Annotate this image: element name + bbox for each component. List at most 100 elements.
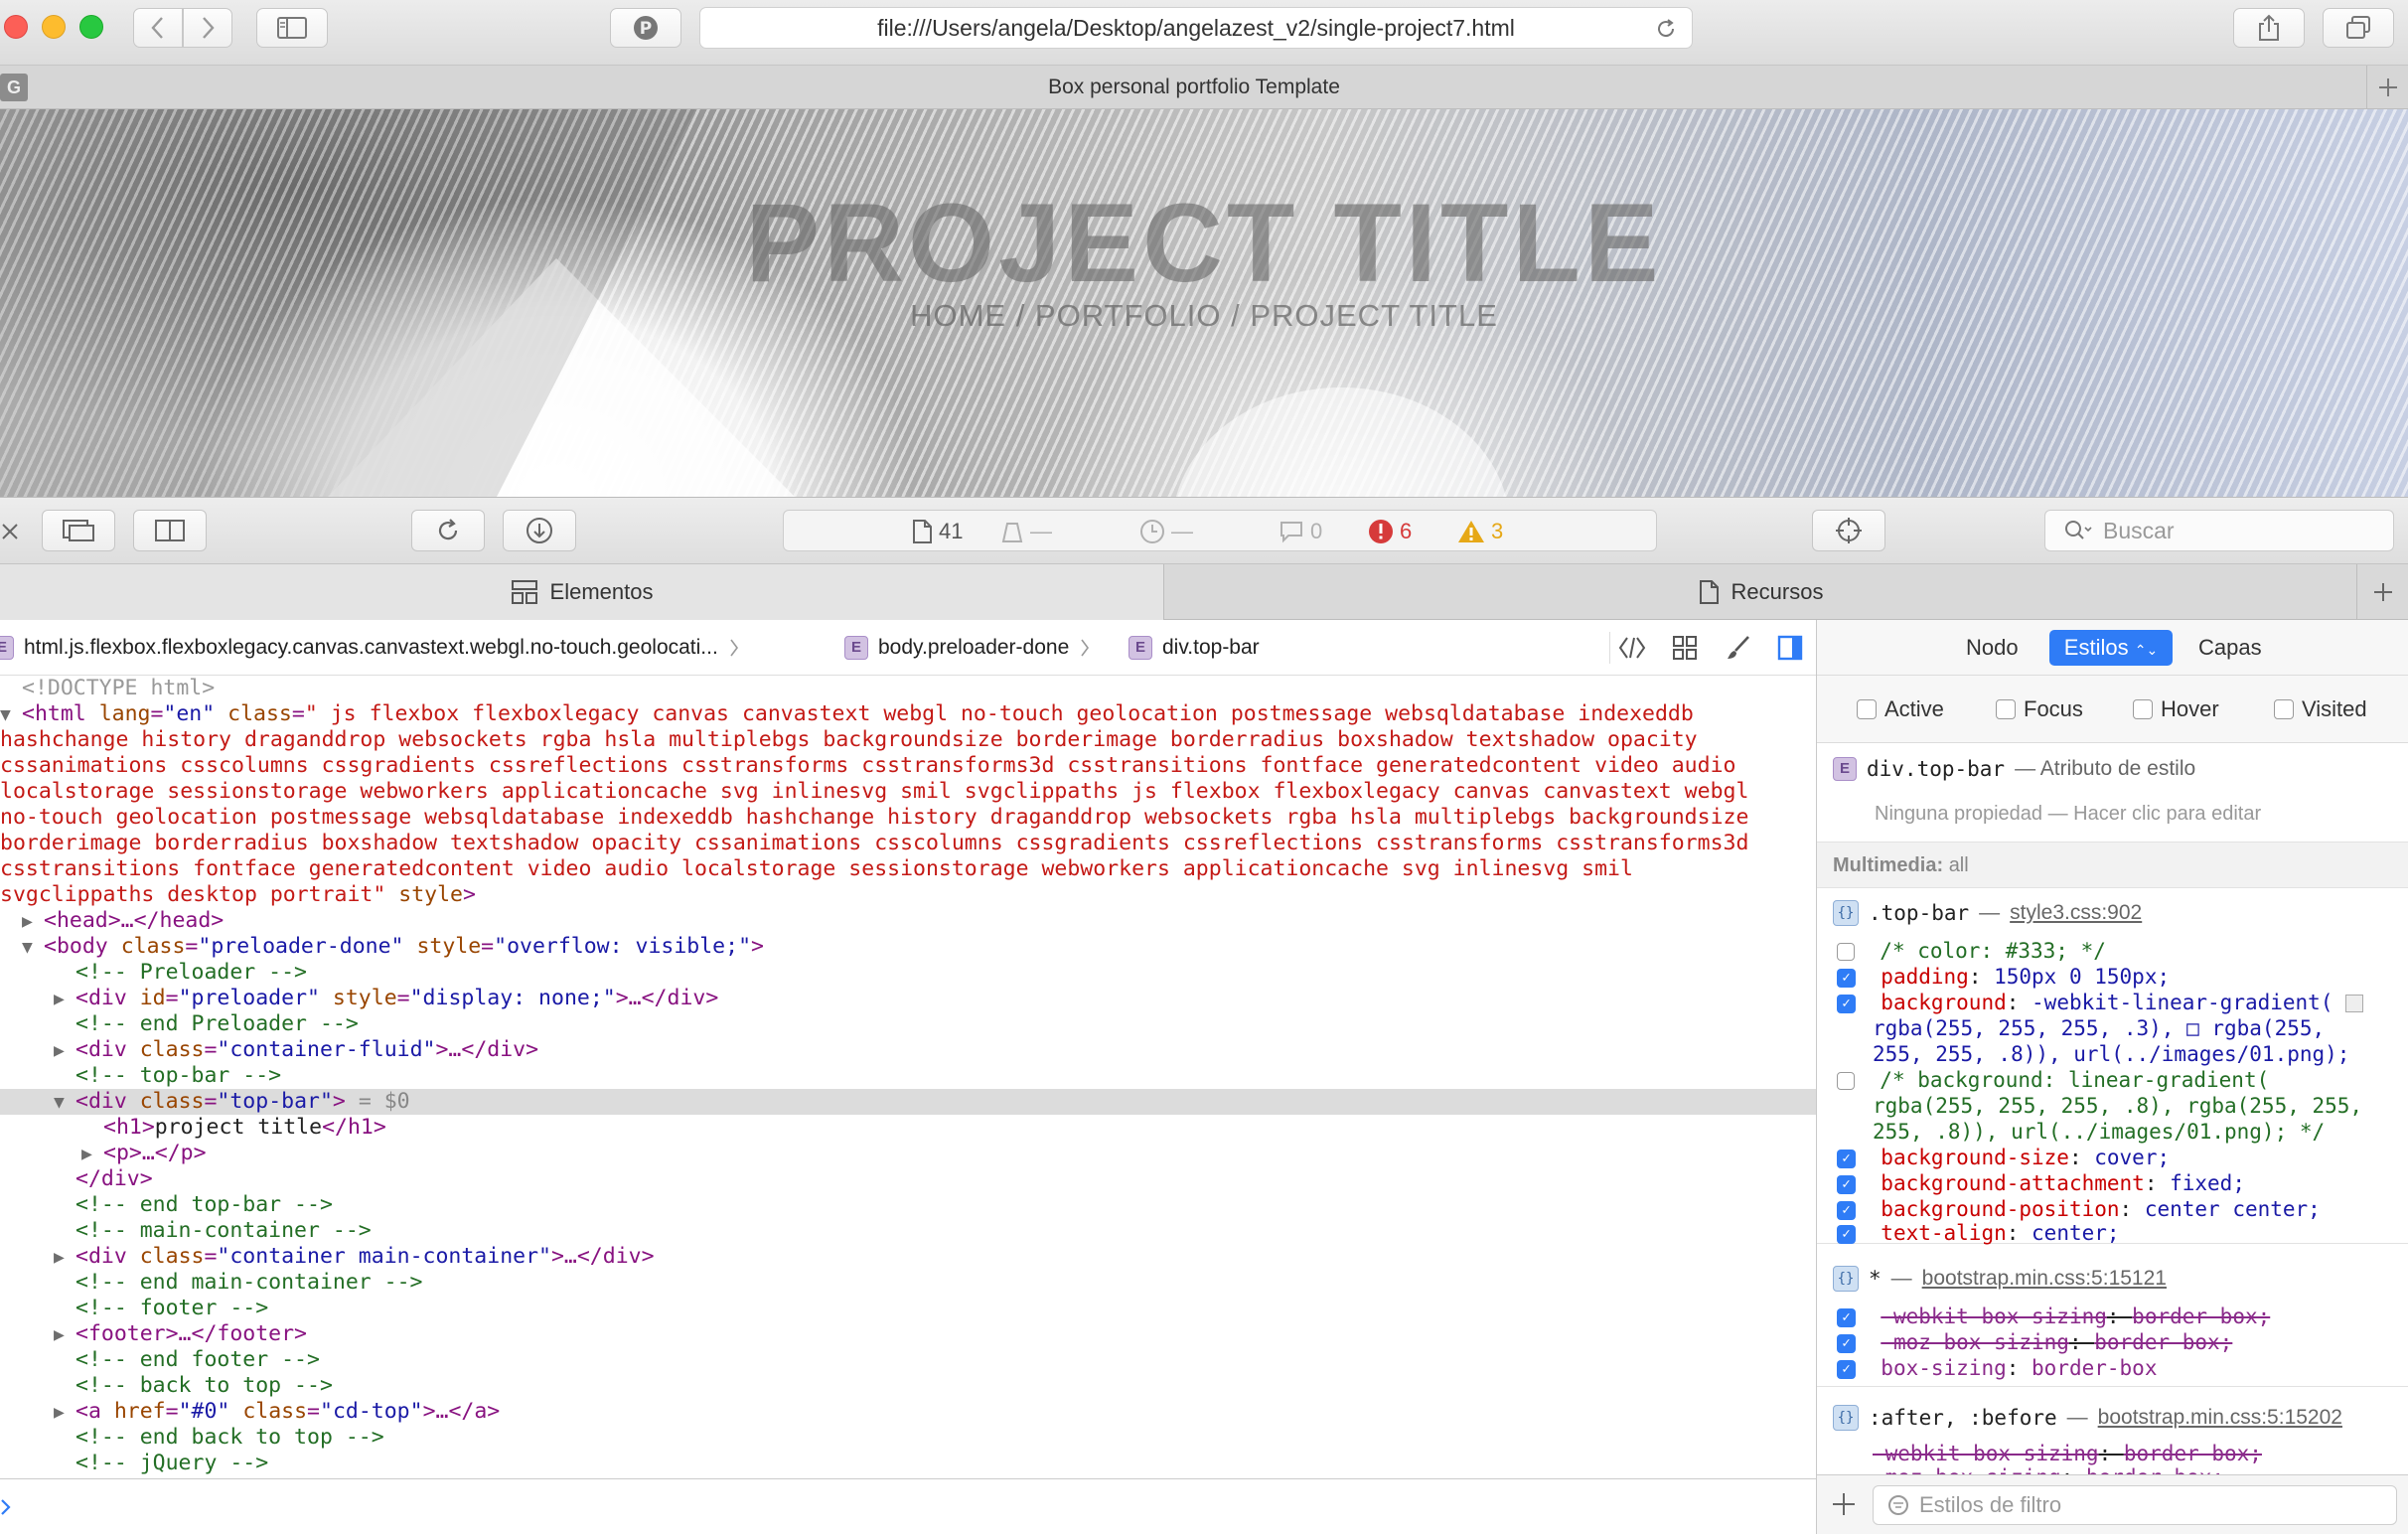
breadcrumb-body[interactable]: E body.preloader-done <box>844 620 1091 676</box>
inline-style-rule[interactable]: E div.top-bar — Atributo de estilo Ningu… <box>1817 743 2408 843</box>
minimize-window-button[interactable] <box>42 15 66 39</box>
styles-filter-input[interactable]: Estilos de filtro <box>1873 1485 2397 1525</box>
dom-comment[interactable]: <!-- footer --> <box>0 1296 1816 1321</box>
dom-p-node[interactable]: ▶ <p>…</p> <box>0 1141 1816 1166</box>
dom-comment[interactable]: <!-- end footer --> <box>0 1347 1816 1373</box>
dom-footer-node[interactable]: ▶ <footer>…</footer> <box>0 1321 1816 1347</box>
pseudo-visited-checkbox[interactable]: Visited <box>2274 676 2367 743</box>
maximize-window-button[interactable] <box>79 15 103 39</box>
tabs-overview-button[interactable] <box>2323 8 2394 48</box>
activity-dashboard[interactable]: 41 — — 0 6 3 <box>783 510 1657 551</box>
resource-size-value: — <box>1030 519 1052 543</box>
address-bar[interactable]: file:///Users/angela/Desktop/angelazest_… <box>699 7 1693 49</box>
dom-comment[interactable]: <!-- end main-container --> <box>0 1270 1816 1296</box>
tab-resources[interactable]: Recursos <box>1164 564 2356 620</box>
new-tab-button[interactable] <box>2366 66 2408 109</box>
resources-count[interactable]: 41 <box>911 511 963 552</box>
console-warnings[interactable]: 3 <box>1457 511 1503 552</box>
css-declaration[interactable]: ✓ padding: 150px 0 150px; <box>1817 964 2408 990</box>
dom-h1-node[interactable]: <h1>project title</h1> <box>0 1115 1816 1141</box>
dom-comment[interactable]: <!-- back to top --> <box>0 1373 1816 1399</box>
dom-comment[interactable]: <!-- jQuery --> <box>0 1451 1816 1476</box>
dom-comment[interactable]: <!-- main-container --> <box>0 1218 1816 1244</box>
pinterest-button[interactable]: P <box>610 8 681 48</box>
reload-icon[interactable] <box>1654 17 1678 41</box>
dom-comment[interactable]: <!-- end back to top --> <box>0 1425 1816 1451</box>
breadcrumb-top-bar[interactable]: E div.top-bar <box>1129 620 1260 676</box>
close-window-button[interactable] <box>4 15 28 39</box>
css-rule-icon: {} <box>1833 900 1859 926</box>
dom-comment[interactable]: <!-- top-bar --> <box>0 1063 1816 1089</box>
rule-source-link[interactable]: style3.css:902 <box>2010 901 2142 925</box>
toggle-sidebar-button[interactable] <box>1776 634 1804 668</box>
inline-empty-hint[interactable]: Ninguna propiedad — Hacer clic para edit… <box>1875 803 2261 826</box>
disclosure-triangle-icon: ▶ <box>54 989 65 1009</box>
css-declaration[interactable]: ✓ background: -webkit-linear-gradient( <box>1817 990 2408 1015</box>
filter-placeholder: Estilos de filtro <box>1919 1492 2062 1517</box>
css-rule-top-bar[interactable]: {} .top-bar — style3.css:902 /* color: #… <box>1817 888 2408 1246</box>
tab-node[interactable]: Nodo <box>1966 630 2019 666</box>
sidebar-toggle-button[interactable] <box>256 8 328 48</box>
paint-brush-button[interactable] <box>1725 634 1752 668</box>
css-declaration[interactable]: ✓ text-align: center; <box>1817 1220 2408 1246</box>
load-time[interactable]: — <box>1139 511 1193 552</box>
css-declaration[interactable]: ✓ background-position: center center; <box>1817 1196 2408 1222</box>
right-sidebar-icon <box>1777 635 1803 661</box>
pseudo-focus-checkbox[interactable]: Focus <box>1996 676 2083 743</box>
dom-anchor-node[interactable]: ▶ <a href="#0" class="cd-top">…</a> <box>0 1399 1816 1425</box>
url-text: file:///Users/angela/Desktop/angelazest_… <box>877 14 1515 41</box>
console-logs[interactable]: 0 <box>1279 511 1322 552</box>
dock-side-button[interactable] <box>133 510 207 551</box>
layout-grid-button[interactable] <box>1671 634 1699 668</box>
css-declaration[interactable]: ✓ background-size: cover; <box>1817 1145 2408 1170</box>
dom-body-node[interactable]: ▼ <body class="preloader-done" style="ove… <box>0 934 1816 960</box>
dom-top-bar-node-selected[interactable]: ▼ <div class="top-bar"> = $0 <box>0 1089 1816 1115</box>
console-warnings-value: 3 <box>1491 519 1504 543</box>
inspector-search[interactable]: Buscar <box>2044 510 2394 551</box>
css-declaration[interactable]: /* background: linear-gradient( <box>1817 1067 2408 1093</box>
dom-source-toggle[interactable] <box>1617 634 1647 668</box>
share-button[interactable] <box>2233 8 2305 48</box>
dom-comment[interactable]: <!-- Preloader --> <box>0 960 1816 986</box>
css-declaration[interactable]: ✓ background-attachment: fixed; <box>1817 1170 2408 1196</box>
css-declaration[interactable]: -webkit-box-sizing: border-box; <box>1817 1441 2408 1466</box>
back-button[interactable] <box>133 8 183 48</box>
dom-container-fluid-node[interactable]: ▶ <div class="container-fluid">…</div> <box>0 1037 1816 1063</box>
reload-page-button[interactable] <box>411 510 485 551</box>
dom-div-close[interactable]: </div> <box>0 1166 1816 1192</box>
dom-html-node[interactable]: ▼ <html lang="en" class=" js flexbox flex… <box>0 701 1816 727</box>
tab-styles[interactable]: Estilos ⌃⌄ <box>2049 630 2173 666</box>
detach-window-button[interactable] <box>42 510 115 551</box>
rule-source-link[interactable]: bootstrap.min.css:5:15202 <box>2098 1406 2342 1430</box>
add-tab-button[interactable] <box>2356 564 2408 620</box>
inspect-element-button[interactable] <box>1812 510 1885 551</box>
console-prompt[interactable] <box>0 1478 1816 1534</box>
dom-doctype[interactable]: <!DOCTYPE html> <box>0 676 1816 701</box>
css-declaration[interactable]: ✓ -moz-box-sizing: border-box; <box>1817 1329 2408 1355</box>
dom-preloader-node[interactable]: ▶ <div id="preloader" style="display: non… <box>0 986 1816 1011</box>
tab-elements[interactable]: Elementos <box>0 564 1164 620</box>
pseudo-active-checkbox[interactable]: Active <box>1857 676 1944 743</box>
add-rule-button[interactable] <box>1831 1491 1857 1522</box>
css-declaration[interactable]: ✓ -webkit-box-sizing: border-box; <box>1817 1304 2408 1329</box>
tab-layers[interactable]: Capas <box>2198 630 2262 666</box>
css-declaration[interactable]: /* color: #333; */ <box>1817 938 2408 964</box>
dom-tree[interactable]: <!DOCTYPE html> ▼ <html lang="en" class="… <box>0 676 1816 1478</box>
dom-main-container-node[interactable]: ▶ <div class="container main-container">…… <box>0 1244 1816 1270</box>
resource-size[interactable]: — <box>1000 511 1052 552</box>
css-rule-pseudo-elements[interactable]: {} :after, :before — bootstrap.min.css:5… <box>1817 1395 2408 1474</box>
download-archive-button[interactable] <box>503 510 576 551</box>
tab-title[interactable]: Box personal portfolio Template <box>0 66 2388 109</box>
forward-button[interactable] <box>183 8 232 48</box>
rule-source-link[interactable]: bootstrap.min.css:5:15121 <box>1922 1267 2167 1291</box>
dom-comment[interactable]: <!-- end Preloader --> <box>0 1011 1816 1037</box>
console-errors[interactable]: 6 <box>1368 511 1412 552</box>
css-declaration[interactable]: -moz-box-sizing: border-box; <box>1817 1464 2408 1474</box>
close-inspector-button[interactable] <box>0 518 24 545</box>
css-declaration[interactable]: ✓ box-sizing: border-box <box>1817 1355 2408 1381</box>
pseudo-hover-checkbox[interactable]: Hover <box>2133 676 2219 743</box>
css-rule-universal[interactable]: {} * — bootstrap.min.css:5:15121 ✓ -webk… <box>1817 1256 2408 1387</box>
dom-head-node[interactable]: ▶ <head>…</head> <box>0 908 1816 934</box>
dom-comment[interactable]: <!-- end top-bar --> <box>0 1192 1816 1218</box>
breadcrumb-html[interactable]: E html.js.flexbox.flexboxlegacy.canvas.c… <box>0 620 740 676</box>
